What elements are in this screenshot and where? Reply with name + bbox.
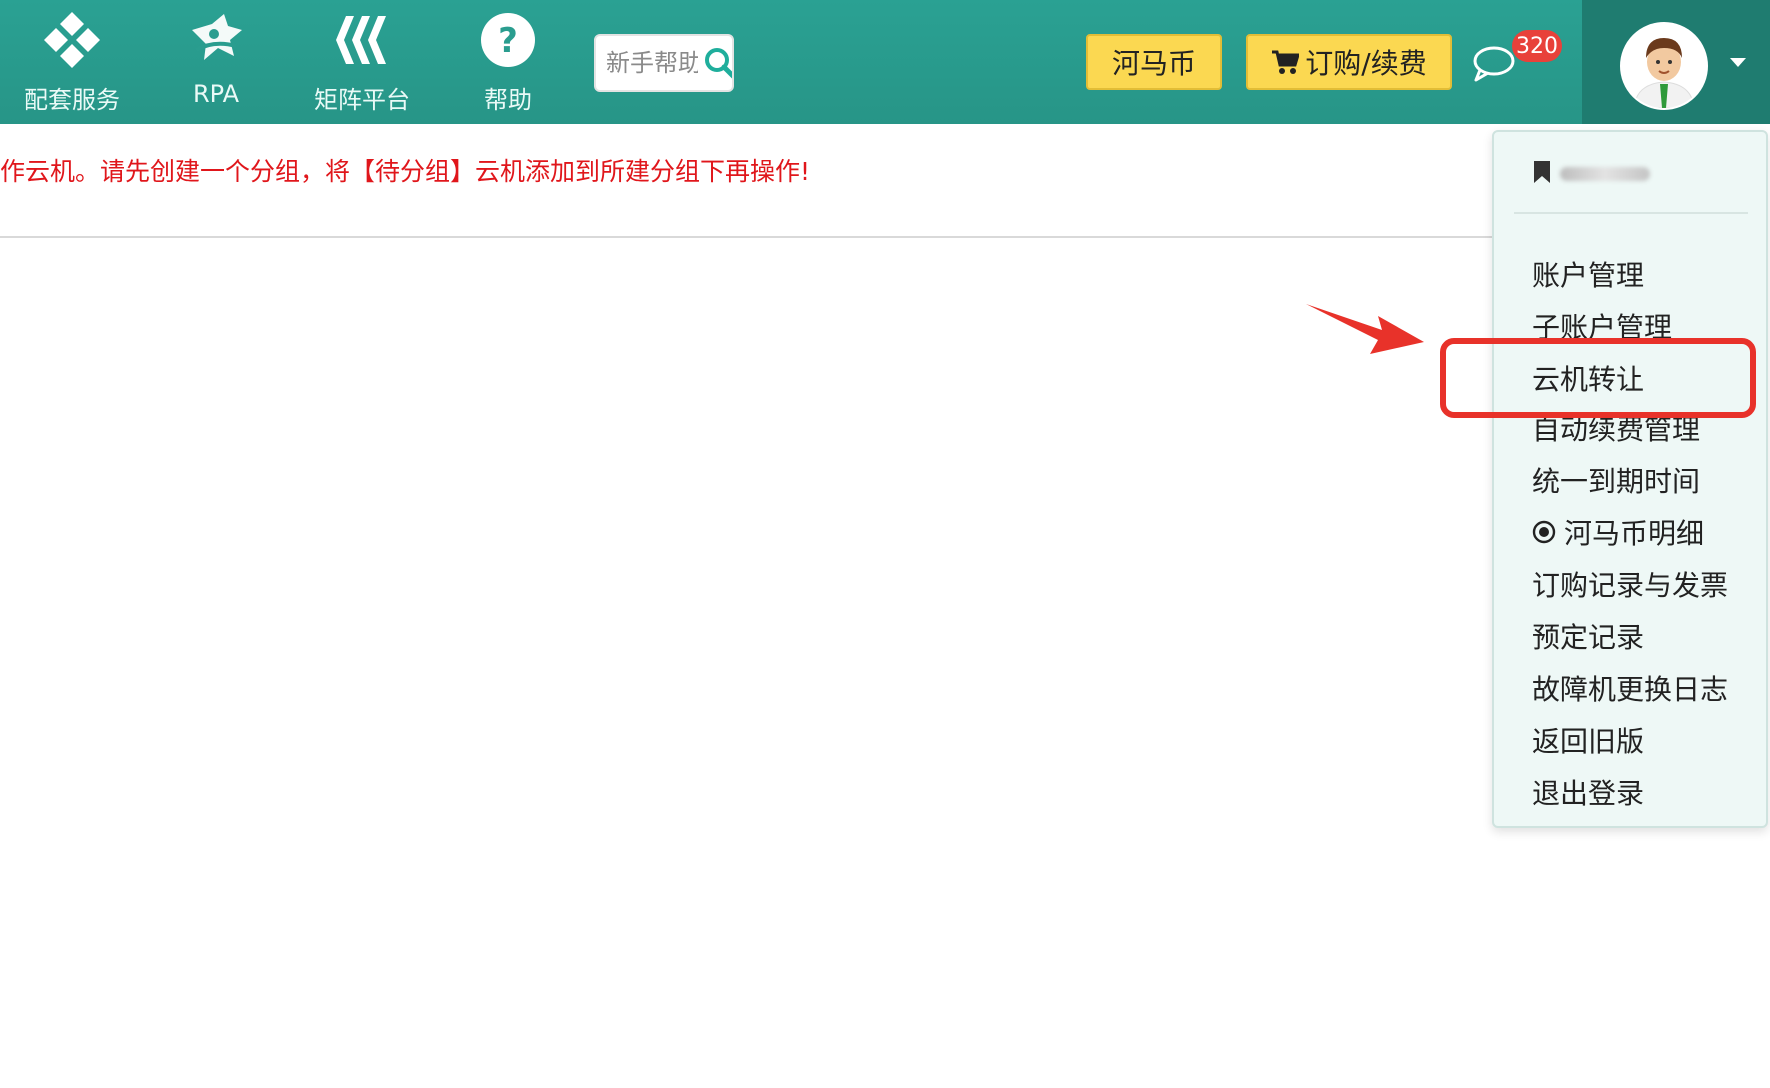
message-count-badge: 320 [1512,30,1562,62]
menu-item-label: 子账户管理 [1532,311,1673,344]
red-arrow-annotation-icon [1306,304,1424,354]
menu-item-auto-renew-management[interactable]: 自动续费管理 [1532,408,1700,448]
nav-item-support-services[interactable]: 配套服务 [2,10,142,114]
menu-item-label: 退出登录 [1532,777,1645,810]
menu-item-cloud-transfer[interactable]: 云机转让 [1532,358,1644,398]
matrix-chevrons-icon [330,10,394,70]
search-input[interactable] [604,48,700,78]
nav-item-help[interactable]: ? 帮助 [438,10,578,114]
menu-item-order-records-invoices[interactable]: 订购记录与发票 [1532,564,1728,604]
menu-item-label: 云机转让 [1532,363,1645,396]
menu-item-logout[interactable]: 退出登录 [1532,772,1644,812]
menu-item-unify-expiry[interactable]: 统一到期时间 [1532,460,1700,500]
group-notice-text: 作云机。请先创建一个分组，将【待分组】云机添加到所建分组下再操作! [0,157,811,186]
menu-item-faulty-machine-log[interactable]: 故障机更换日志 [1532,668,1728,708]
menu-item-hippo-coin-details[interactable]: 河马币明细 [1532,512,1704,552]
avatar [1620,22,1708,110]
order-renew-label: 订购/续费 [1305,47,1427,80]
top-navigation-bar: 配套服务 RPA 矩阵平台 ? 帮助 新手帮助 河马币 订购/续费 320 [0,0,1770,124]
hippo-coins-button[interactable]: 河马币 [1086,34,1222,90]
rpa-robot-icon [184,10,248,70]
nav-item-label: RPA [192,80,240,108]
nav-item-label: 配套服务 [24,86,120,114]
menu-item-label: 故障机更换日志 [1532,673,1729,706]
nav-item-label: 矩阵平台 [314,86,410,114]
order-renew-button[interactable]: 订购/续费 [1246,34,1452,90]
menu-item-label: 河马币明细 [1564,517,1705,550]
menu-item-label: 预定记录 [1532,621,1645,654]
nav-item-rpa[interactable]: RPA [146,10,286,114]
menu-item-return-old-version[interactable]: 返回旧版 [1532,720,1644,760]
menu-item-label: 自动续费管理 [1532,413,1701,446]
bookmark-icon [1532,160,1552,188]
menu-item-label: 统一到期时间 [1532,465,1701,498]
coin-target-icon [1532,520,1556,544]
chevron-down-icon [1730,58,1746,67]
menu-item-account-management[interactable]: 账户管理 [1532,254,1644,294]
shopping-cart-icon [1271,49,1300,75]
nav-item-label: 帮助 [484,86,532,114]
content-divider [0,236,1500,238]
hippo-coins-label: 河马币 [1111,47,1196,80]
menu-item-sub-account-management[interactable]: 子账户管理 [1532,306,1672,346]
svg-text:?: ? [498,21,518,61]
help-circle-icon: ? [476,10,540,70]
dropdown-user-header [1532,160,1650,188]
menu-item-label: 账户管理 [1532,259,1645,292]
user-menu-toggle[interactable] [1582,0,1770,124]
diamond-grid-icon [40,10,104,70]
nav-item-matrix-platform[interactable]: 矩阵平台 [292,10,432,114]
message-bubble-icon[interactable] [1472,44,1516,84]
dropdown-separator [1514,212,1748,214]
search-box [594,34,734,92]
menu-item-reservation-records[interactable]: 预定记录 [1532,616,1644,656]
menu-item-label: 返回旧版 [1532,725,1645,758]
user-dropdown-menu: 账户管理 子账户管理 云机转让 自动续费管理 统一到期时间 河马币明细 订购记录… [1492,130,1768,828]
search-icon[interactable] [702,45,732,81]
menu-item-label: 订购记录与发票 [1532,569,1729,602]
blurred-username [1560,167,1650,181]
